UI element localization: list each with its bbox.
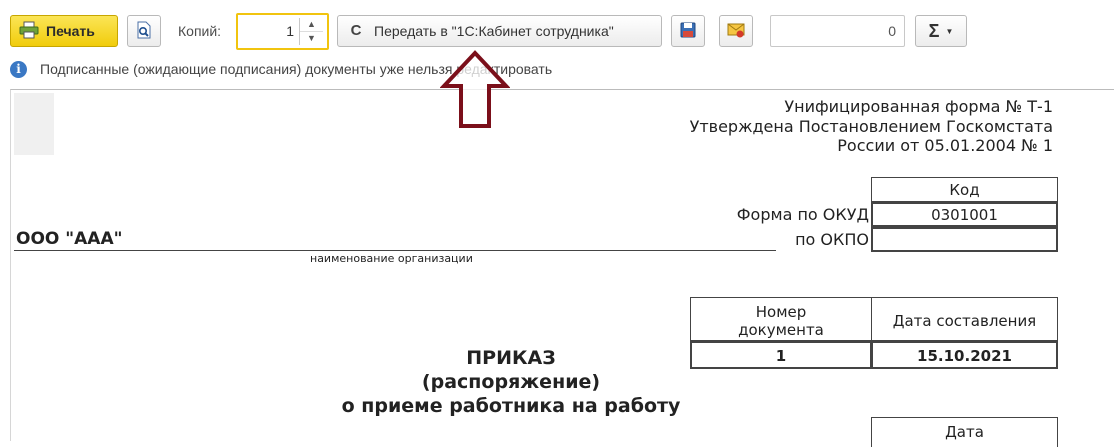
copies-label: Копий:	[178, 23, 222, 39]
okud-label: Форма по ОКУД	[736, 205, 869, 224]
info-icon: i	[10, 61, 27, 78]
send-button-label: Передать в "1С:Кабинет сотрудника"	[374, 23, 614, 39]
copies-input[interactable]: 1 ▲ ▼	[236, 13, 329, 50]
up-arrow-icon	[439, 50, 511, 135]
preview-button[interactable]	[127, 15, 161, 47]
doc-number-header: Номер документа	[690, 297, 872, 341]
preview-icon	[135, 21, 153, 42]
print-button-label: Печать	[46, 23, 95, 39]
sum-dropdown-button[interactable]: Σ ▼	[915, 15, 967, 47]
doc-date-header: Дата составления	[871, 297, 1058, 341]
printer-icon	[19, 21, 39, 42]
save-button[interactable]	[671, 15, 705, 47]
print-button[interactable]: Печать	[10, 15, 118, 47]
sum-counter-field[interactable]: 0	[770, 15, 905, 47]
sigma-icon: Σ	[928, 20, 940, 41]
email-icon	[727, 21, 745, 42]
organization-name: ООО "ААА"	[16, 229, 123, 249]
stepper-down-icon[interactable]: ▼	[300, 31, 323, 44]
okpo-label: по ОКПО	[795, 230, 869, 249]
doc-number-value[interactable]: 1	[690, 341, 872, 369]
order-title: ПРИКАЗ	[466, 347, 556, 369]
document-row-header	[14, 93, 54, 155]
form-header-line-3: России от 05.01.2004 № 1	[837, 136, 1053, 155]
1c-logo-icon: C	[350, 22, 362, 39]
okpo-value[interactable]	[871, 227, 1058, 252]
send-to-cabinet-button[interactable]: C Передать в "1С:Кабинет сотрудника"	[337, 15, 662, 47]
form-header-line-2: Утверждена Постановлением Госкомстата	[689, 117, 1053, 136]
copies-stepper[interactable]: ▲ ▼	[299, 18, 323, 45]
okud-value[interactable]: 0301001	[871, 202, 1058, 227]
date-header: Дата	[871, 417, 1058, 447]
chevron-down-icon: ▼	[945, 26, 954, 36]
order-description: о приеме работника на работу	[341, 395, 681, 417]
email-button[interactable]	[719, 15, 753, 47]
code-header: Код	[871, 177, 1058, 202]
save-icon	[679, 21, 697, 42]
stepper-up-icon[interactable]: ▲	[300, 18, 323, 31]
form-header-line-1: Унифицированная форма № Т-1	[784, 97, 1053, 116]
doc-date-value[interactable]: 15.10.2021	[871, 341, 1058, 369]
organization-underline	[14, 250, 776, 251]
copies-value: 1	[286, 23, 294, 39]
order-subtitle: (распоряжение)	[421, 371, 601, 393]
organization-caption: наименование организации	[310, 252, 473, 265]
